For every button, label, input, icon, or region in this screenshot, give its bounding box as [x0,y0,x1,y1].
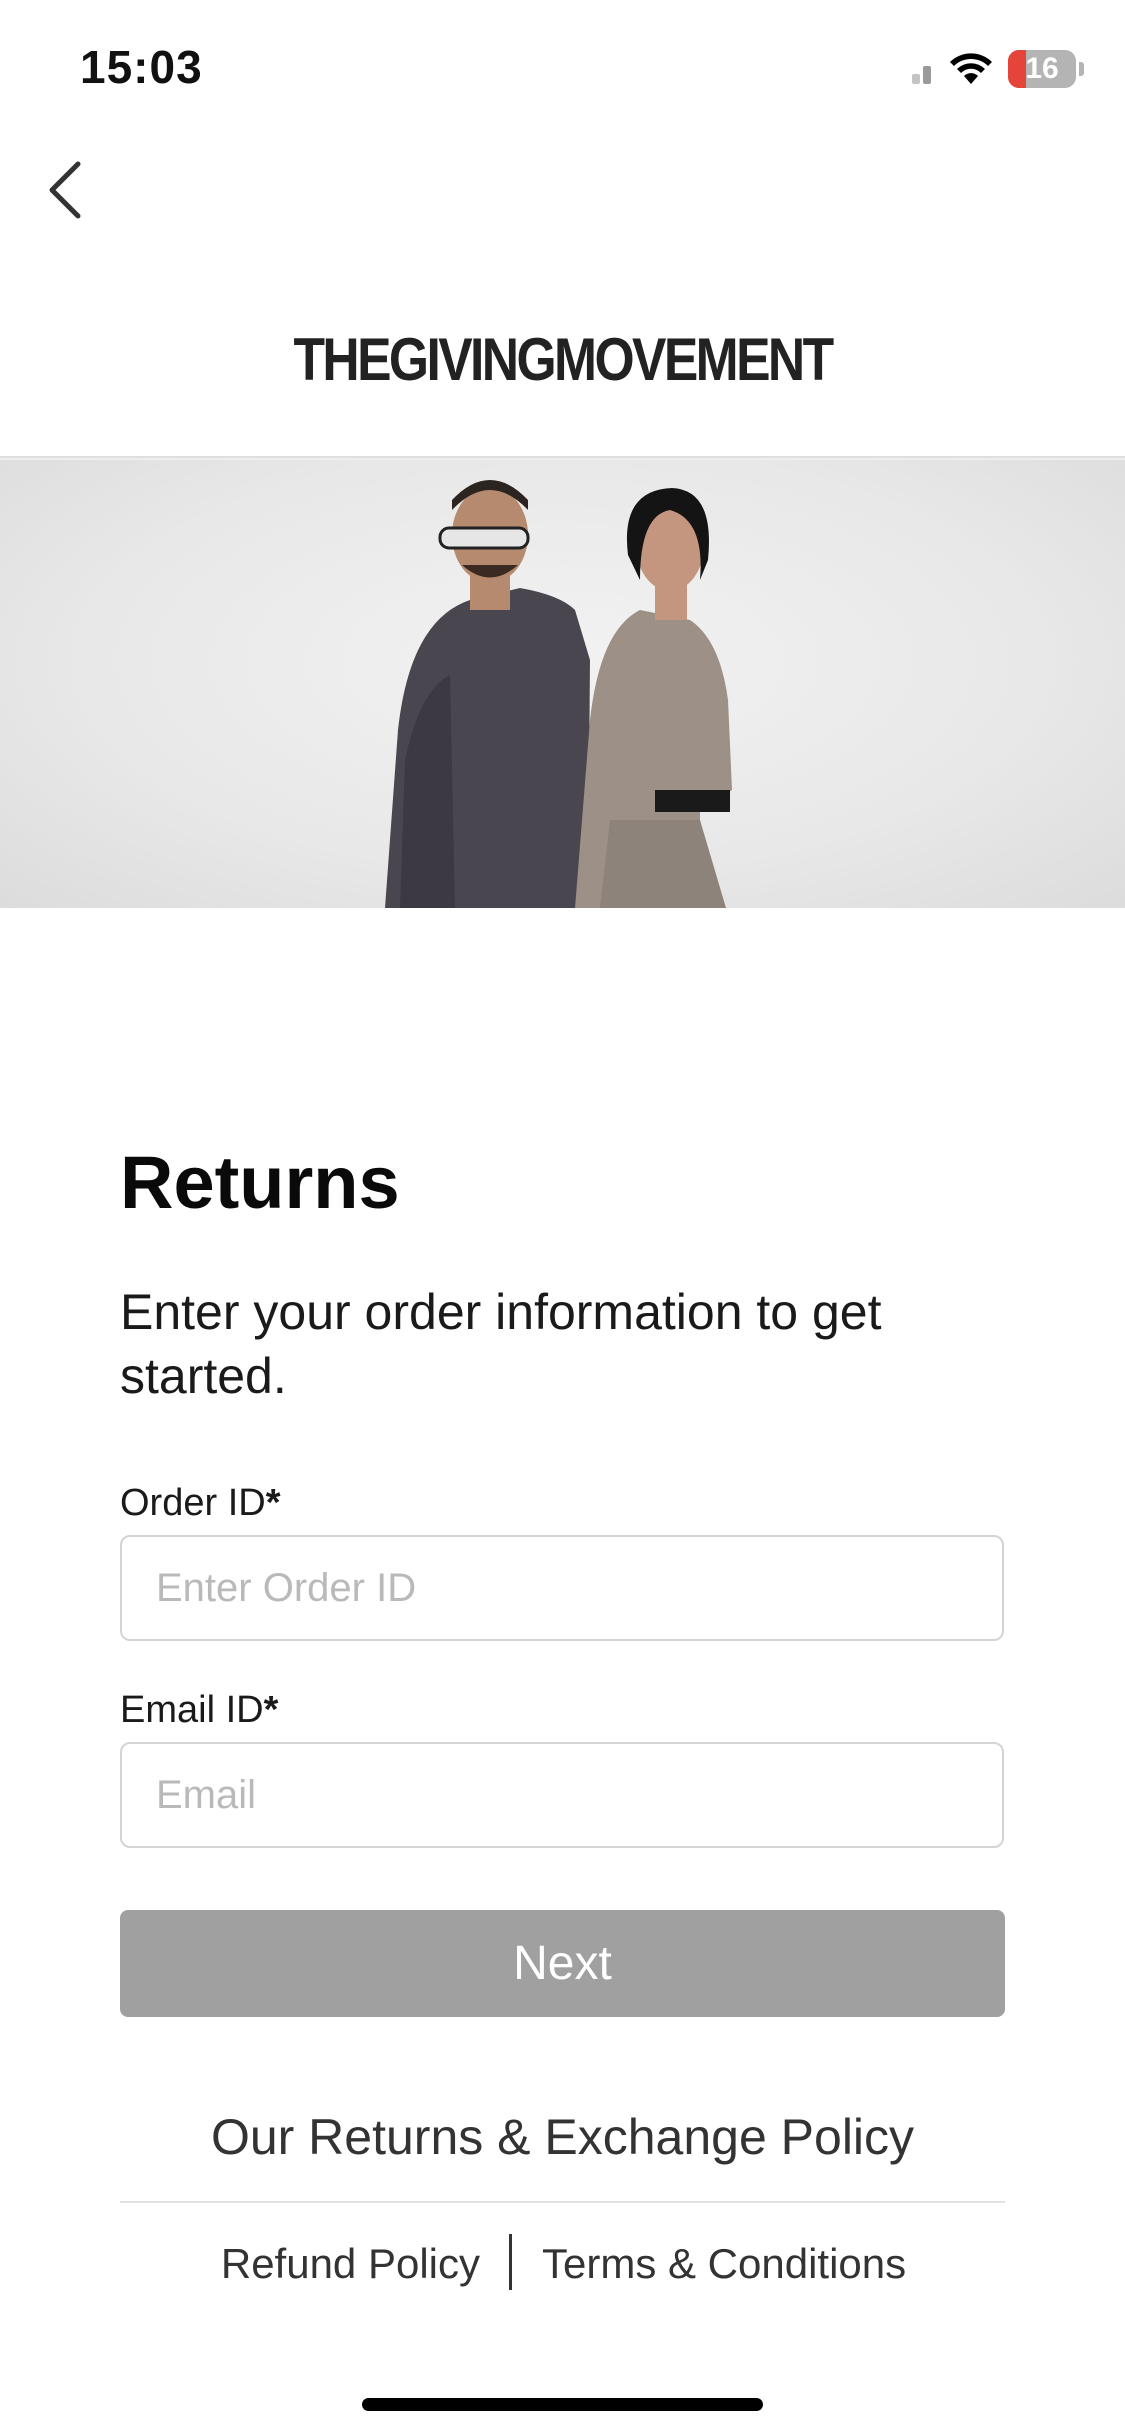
footer-divider [120,2201,1005,2203]
status-bar: 15:03 16 [0,0,1125,140]
battery-icon: 16 [1008,50,1076,88]
order-id-label-text: Order ID [120,1482,266,1524]
home-indicator[interactable] [362,2398,763,2411]
required-asterisk: * [263,1689,279,1731]
order-id-input[interactable] [120,1535,1004,1641]
terms-conditions-link[interactable]: Terms & Conditions [542,2240,906,2288]
back-button[interactable] [36,150,96,230]
next-button[interactable]: Next [120,1910,1005,2017]
refund-policy-link[interactable]: Refund Policy [221,2240,480,2288]
order-id-label: Order ID* [120,1482,281,1525]
email-id-label: Email ID* [120,1689,278,1732]
footer-separator [509,2234,512,2290]
page-subtitle: Enter your order information to get star… [120,1284,882,1404]
hero-models-illustration [385,480,732,908]
chevron-left-icon [49,161,81,219]
required-asterisk: * [265,1482,281,1524]
cellular-signal-icon [912,66,932,84]
email-id-label-text: Email ID [120,1689,264,1731]
brand-logo: THEGIVINGMOVEMENT [293,326,834,393]
battery-tip [1079,62,1084,76]
page-title: Returns [120,1141,400,1224]
status-time: 15:03 [80,41,203,93]
email-input[interactable] [120,1742,1004,1848]
hero-banner-image [0,460,1125,908]
wifi-icon [950,53,992,84]
returns-exchange-policy-link[interactable]: Our Returns & Exchange Policy [0,2108,1125,2166]
battery-percent: 16 [1025,52,1059,85]
